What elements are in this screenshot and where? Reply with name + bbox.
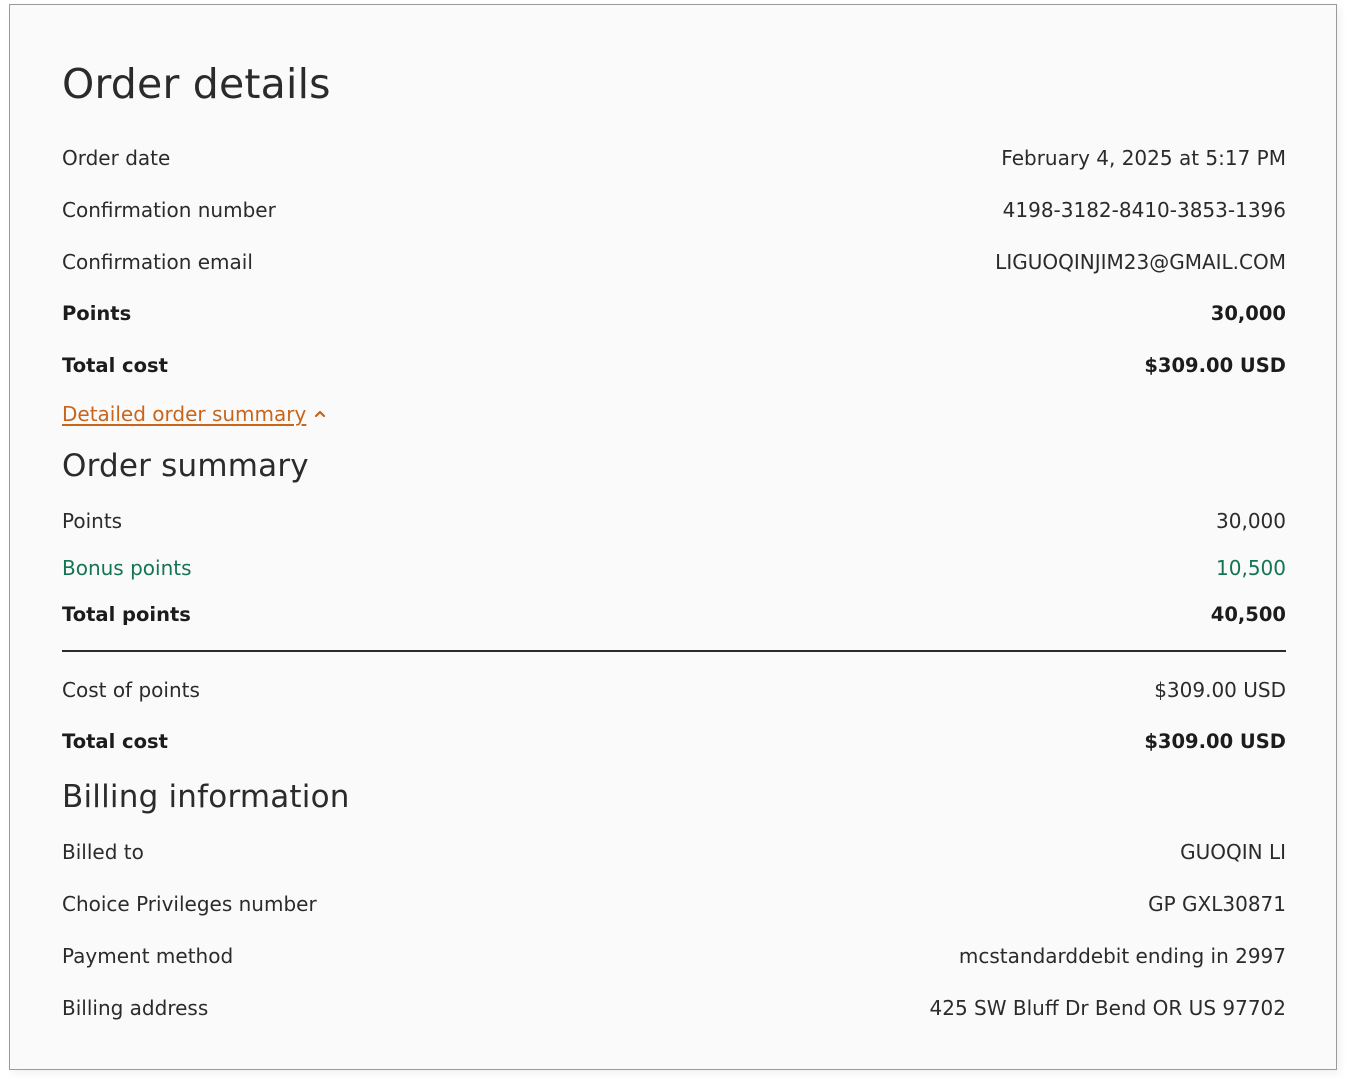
detailed-order-summary-link[interactable]: Detailed order summary	[62, 402, 306, 426]
order-date-label: Order date	[62, 146, 171, 170]
choice-privileges-row: Choice Privileges number GP GXL30871	[62, 889, 1286, 919]
confirmation-email-row: Confirmation email LIGUOQINJIM23@GMAIL.C…	[62, 247, 1286, 277]
confirmation-number-row: Confirmation number 4198-3182-8410-3853-…	[62, 195, 1286, 225]
cost-of-points-value: $309.00 USD	[1154, 678, 1286, 702]
billing-address-value: 425 SW Bluff Dr Bend OR US 97702	[929, 996, 1287, 1020]
payment-method-row: Payment method mcstandarddebit ending in…	[62, 941, 1286, 971]
total-points-label: Total points	[62, 603, 191, 626]
billed-to-row: Billed to GUOQIN LI	[62, 837, 1286, 867]
summary-total-cost-value: $309.00 USD	[1144, 730, 1286, 753]
confirmation-email-label: Confirmation email	[62, 250, 253, 274]
billing-address-label: Billing address	[62, 996, 209, 1020]
summary-points-label: Points	[62, 509, 123, 533]
summary-points-row: Points 30,000	[62, 506, 1286, 536]
bonus-points-value: 10,500	[1216, 556, 1286, 580]
cost-of-points-row: Cost of points $309.00 USD	[62, 675, 1286, 705]
billing-address-row: Billing address 425 SW Bluff Dr Bend OR …	[62, 993, 1286, 1023]
summary-points-value: 30,000	[1216, 509, 1286, 533]
total-cost-label: Total cost	[62, 354, 168, 377]
total-cost-value: $309.00 USD	[1144, 354, 1286, 377]
order-date-row: Order date February 4, 2025 at 5:17 PM	[62, 143, 1286, 173]
points-row: Points 30,000	[62, 299, 1286, 329]
order-details-card: Order details Order date February 4, 202…	[9, 4, 1337, 1070]
bonus-points-label: Bonus points	[62, 556, 192, 580]
confirmation-email-value: LIGUOQINJIM23@GMAIL.COM	[995, 250, 1286, 274]
order-date-value: February 4, 2025 at 5:17 PM	[1001, 146, 1286, 170]
choice-privileges-label: Choice Privileges number	[62, 892, 317, 916]
total-points-value: 40,500	[1210, 603, 1286, 626]
choice-privileges-value: GP GXL30871	[1148, 892, 1286, 916]
points-value: 30,000	[1210, 302, 1286, 325]
summary-divider	[62, 650, 1286, 652]
payment-method-value: mcstandarddebit ending in 2997	[958, 944, 1286, 968]
payment-method-label: Payment method	[62, 944, 234, 968]
summary-total-cost-row: Total cost $309.00 USD	[62, 727, 1286, 757]
bonus-points-row: Bonus points 10,500	[62, 553, 1286, 583]
confirmation-number-value: 4198-3182-8410-3853-1396	[1002, 198, 1286, 222]
total-cost-row: Total cost $309.00 USD	[62, 351, 1286, 381]
summary-total-cost-label: Total cost	[62, 730, 168, 753]
points-label: Points	[62, 302, 132, 325]
billed-to-value: GUOQIN LI	[1180, 840, 1286, 864]
order-summary-heading: Order summary	[62, 448, 309, 484]
confirmation-number-label: Confirmation number	[62, 198, 276, 222]
chevron-up-icon[interactable]	[314, 408, 326, 420]
billing-information-heading: Billing information	[62, 779, 350, 815]
billed-to-label: Billed to	[62, 840, 144, 864]
cost-of-points-label: Cost of points	[62, 678, 200, 702]
page-title: Order details	[62, 60, 331, 108]
total-points-row: Total points 40,500	[62, 600, 1286, 630]
detailed-order-summary-toggle[interactable]: Detailed order summary	[62, 399, 326, 429]
